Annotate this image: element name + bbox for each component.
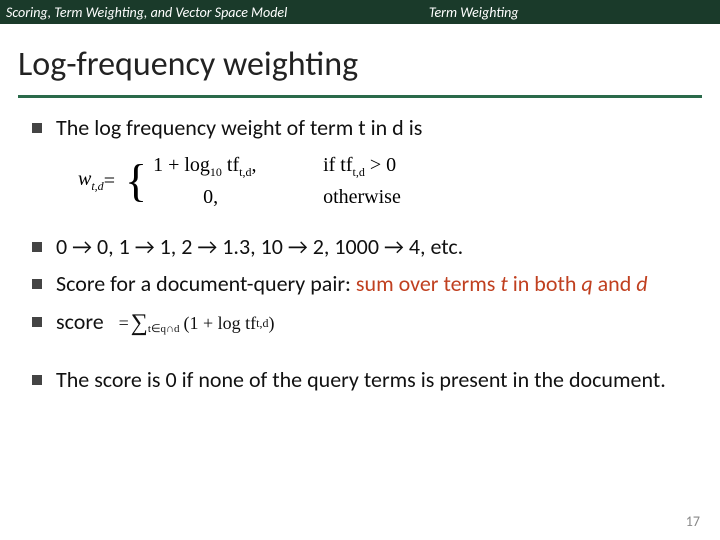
- case1-e: ,: [251, 154, 256, 176]
- page-number: 17: [686, 513, 700, 530]
- case1-c: tf: [222, 154, 239, 176]
- bullet-mark-icon: [32, 279, 42, 289]
- bullet-mark-icon: [32, 317, 42, 327]
- b3-mid: in both: [508, 270, 582, 297]
- score-formula: = ∑ t∈q∩d (1 + log tft,d): [119, 308, 275, 338]
- b3-pre: Score for a document-query pair:: [56, 270, 356, 297]
- case1-d: t,d: [239, 165, 251, 179]
- sigma-sub: t∈q∩d: [148, 323, 180, 337]
- bullet-4-text: score = ∑ t∈q∩d (1 + log tft,d): [56, 308, 688, 339]
- formula-lhs: w: [78, 168, 91, 190]
- header-right: Term Weighting: [287, 4, 720, 21]
- bullet-3-text: Score for a document-query pair: sum ove…: [56, 270, 688, 298]
- title-area: Log-frequency weighting: [0, 24, 720, 91]
- piecewise-formula: wt,d = { 1 + log10 tft,d, if tft,d > 0 0…: [78, 154, 688, 209]
- bullet-mark-icon: [32, 375, 42, 385]
- bullet-2: 0 → 0, 1 → 1, 2 → 1.3, 10 → 2, 1000 → 4,…: [32, 233, 688, 261]
- case2-cond: otherwise: [323, 186, 401, 209]
- sigma-icon: ∑: [131, 308, 148, 338]
- content-area: The log frequency weight of term t in d …: [0, 98, 720, 394]
- bullet-2-text: 0 → 0, 1 → 1, 2 → 1.3, 10 → 2, 1000 → 4,…: [56, 233, 688, 261]
- cond1-b: t,d: [353, 165, 365, 179]
- cond1-c: > 0: [365, 154, 396, 176]
- formula-eq: =: [104, 170, 115, 193]
- sf-eq: =: [119, 312, 129, 335]
- formula-lhs-sub: t,d: [91, 179, 103, 193]
- case2-val: 0,: [153, 186, 293, 209]
- case1-a: 1 + log: [153, 154, 210, 176]
- bullet-4: score = ∑ t∈q∩d (1 + log tft,d): [32, 308, 688, 339]
- bullet-1: The log frequency weight of term t in d …: [32, 114, 688, 142]
- cond1-a: if tf: [323, 154, 352, 176]
- case1-b: 10: [210, 165, 222, 179]
- b3-q: q: [581, 270, 592, 297]
- sf-body-c: ): [269, 312, 275, 335]
- header-left: Scoring, Term Weighting, and Vector Spac…: [0, 4, 287, 21]
- bullet-3: Score for a document-query pair: sum ove…: [32, 270, 688, 298]
- slide-title: Log-frequency weighting: [18, 44, 702, 85]
- sf-body-b: t,d: [256, 316, 268, 331]
- b3-d: d: [636, 270, 647, 297]
- b3-highlight: sum over terms: [356, 270, 500, 297]
- bullet-5-text: The score is 0 if none of the query term…: [56, 366, 688, 394]
- b3-and: and: [593, 270, 637, 297]
- sf-body-a: (1 + log tf: [184, 312, 257, 335]
- bullet-mark-icon: [32, 123, 42, 133]
- header-bar: Scoring, Term Weighting, and Vector Spac…: [0, 0, 720, 24]
- bullet-1-text: The log frequency weight of term t in d …: [56, 114, 688, 142]
- b3-t: t: [500, 270, 507, 297]
- score-label: score: [56, 308, 104, 335]
- brace-icon: {: [125, 160, 147, 201]
- bullet-5: The score is 0 if none of the query term…: [32, 366, 688, 394]
- bullet-mark-icon: [32, 242, 42, 252]
